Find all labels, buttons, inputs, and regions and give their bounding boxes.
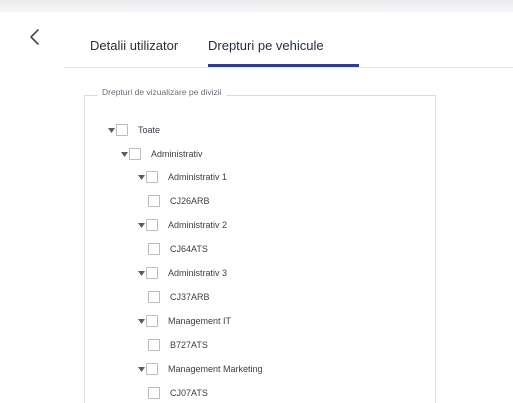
tree-node-administrativ-3: Administrativ 3 [137, 265, 227, 281]
tree-node-label: Toate [138, 125, 161, 135]
caret-down-icon[interactable] [137, 173, 145, 181]
checkbox-administrativ-3[interactable] [146, 267, 158, 279]
tree-node-label: Management IT [168, 316, 232, 326]
top-bar [0, 0, 513, 12]
checkbox-vehicle[interactable] [148, 387, 160, 399]
vehicle-plate: CJ64ATS [170, 244, 208, 254]
tree-node-toate: Toate [107, 122, 160, 138]
caret-down-icon[interactable] [107, 126, 115, 134]
tree-leaf-vehicle: CJ37ARB [148, 289, 210, 305]
tree-node-label: Administrativ 2 [168, 220, 228, 230]
tree-node-administrativ-2: Administrativ 2 [137, 217, 227, 233]
tab-bar: Detalii utilizator Drepturi pe vehicule [64, 30, 513, 68]
caret-down-icon[interactable] [137, 269, 145, 277]
tree-node-label: Administrativ 3 [168, 268, 228, 278]
tree-leaf-vehicle: B727ATS [148, 337, 208, 353]
vehicle-plate: CJ07ATS [170, 388, 208, 398]
checkbox-administrativ[interactable] [129, 148, 141, 160]
caret-down-icon[interactable] [120, 150, 128, 158]
checkbox-toate[interactable] [116, 124, 128, 136]
checkbox-vehicle[interactable] [148, 339, 160, 351]
checkbox-vehicle[interactable] [148, 243, 160, 255]
checkbox-vehicle[interactable] [148, 291, 160, 303]
vehicle-plate: CJ26ARB [170, 196, 210, 206]
tree-leaf-vehicle: CJ64ATS [148, 241, 208, 257]
checkbox-administrativ-1[interactable] [146, 171, 158, 183]
tree-node-administrativ-1: Administrativ 1 [137, 169, 227, 185]
user-edit-page: Detalii utilizator Drepturi pe vehicule … [0, 0, 513, 403]
tree-node-label: Management Marketing [168, 364, 263, 374]
checkbox-management-it[interactable] [146, 315, 158, 327]
tree-node-administrativ: Administrativ [120, 146, 203, 162]
active-tab-indicator [208, 64, 359, 67]
chevron-left-icon [30, 29, 39, 45]
tab-user-details[interactable]: Detalii utilizator [90, 38, 178, 53]
caret-down-icon[interactable] [137, 317, 145, 325]
caret-down-icon[interactable] [137, 365, 145, 373]
checkbox-vehicle[interactable] [148, 195, 160, 207]
caret-down-icon[interactable] [137, 221, 145, 229]
tree-leaf-vehicle: CJ07ATS [148, 385, 208, 401]
tree-node-management-marketing: Management Marketing [137, 361, 263, 377]
tree-node-label: Administrativ 1 [168, 172, 228, 182]
vehicle-plate: CJ37ARB [170, 292, 210, 302]
tab-vehicle-rights[interactable]: Drepturi pe vehicule [208, 38, 324, 53]
tree-node-management-it: Management IT [137, 313, 231, 329]
tree-leaf-vehicle: CJ26ARB [148, 193, 210, 209]
division-rights-fieldset [84, 95, 436, 403]
checkbox-management-marketing[interactable] [146, 363, 158, 375]
checkbox-administrativ-2[interactable] [146, 219, 158, 231]
back-button[interactable] [26, 26, 44, 48]
fieldset-legend: Drepturi de vizualizare pe divizii [98, 87, 226, 97]
vehicle-plate: B727ATS [170, 340, 208, 350]
tree-node-label: Administrativ [151, 149, 203, 159]
